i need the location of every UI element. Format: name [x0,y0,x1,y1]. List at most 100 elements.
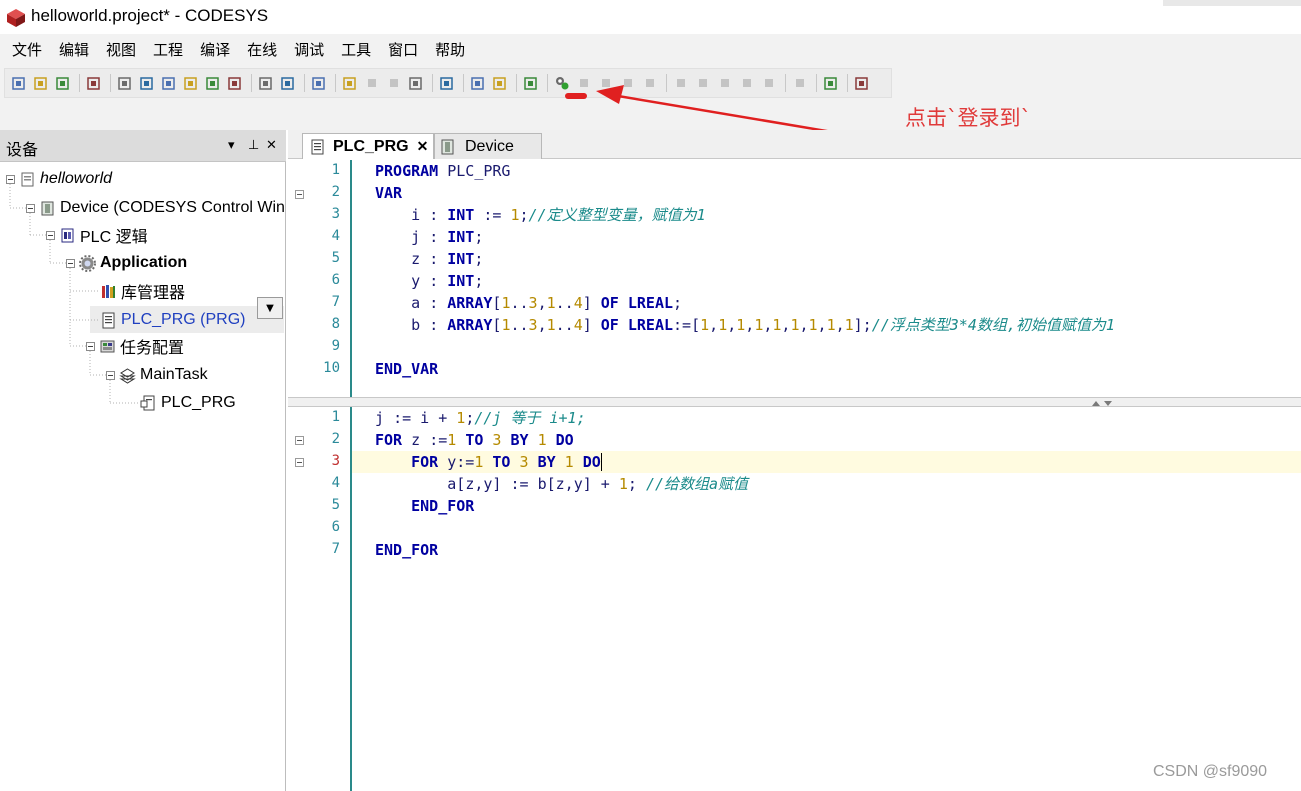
tab-close-icon[interactable]: ✕ [417,138,429,155]
implementation-editor[interactable]: 1 2 3 4 5 6 7 j := i + 1;//j 等于 i+1; FOR… [288,407,1301,791]
reset-icon[interactable] [640,73,659,93]
cart-icon[interactable] [852,73,871,93]
step-into-icon[interactable] [671,73,690,93]
tree-label: Application [100,254,188,271]
cycle-icon[interactable] [759,73,778,93]
line-number: 2 [331,431,340,447]
code-line: y : INT; [411,272,484,290]
menu-bar: 文件 编辑 视图 工程 编译 在线 调试 工具 窗口 帮助 [0,34,1301,64]
line-number: 4 [331,228,340,244]
tree-item-application[interactable]: Application [66,250,187,276]
step-icon[interactable] [362,73,381,93]
next-icon[interactable] [737,73,756,93]
add-object-icon[interactable] [468,73,487,93]
menu-online[interactable]: 在线 [247,39,277,60]
tab-device[interactable]: Device [434,133,542,159]
monitor-icon[interactable] [821,73,840,93]
pane-pin-icon[interactable]: ⊥ [248,138,259,153]
collapse-icon[interactable] [6,174,15,184]
collapse-icon[interactable] [66,258,75,268]
menu-edit[interactable]: 编辑 [59,39,89,60]
logout-icon[interactable] [574,73,593,93]
collapse-icon[interactable] [106,370,115,380]
replace-icon[interactable] [278,73,297,93]
step-over2-icon[interactable] [693,73,712,93]
collapse-icon[interactable] [86,341,95,351]
rename-icon[interactable] [309,73,328,93]
tree-combo-dropdown-button[interactable]: ▼ [257,297,283,319]
code-line: j := i + 1;//j 等于 i+1; [375,409,586,427]
clear-icon[interactable] [406,73,425,93]
line-gutter: 1 2 3 4 5 6 7 8 9 10 [288,160,350,397]
fold-collapse-icon[interactable] [295,458,304,467]
tree-item-main-task[interactable]: MainTask [106,362,208,388]
menu-window[interactable]: 窗口 [388,39,418,60]
flow-icon[interactable] [790,73,809,93]
menu-file[interactable]: 文件 [12,39,42,60]
line-number: 7 [331,541,340,557]
redo-icon[interactable] [137,73,156,93]
tree-item-plc-logic[interactable]: PLC 逻辑 [46,222,148,248]
find-icon[interactable] [256,73,275,93]
tree-item-device[interactable]: Device (CODESYS Control Win [26,195,285,221]
editor-splitter[interactable] [288,397,1301,407]
title-strip [1163,0,1301,6]
task-config-icon [100,340,115,352]
paste-icon[interactable] [203,73,222,93]
tree-item-library-manager[interactable]: 库管理器 [100,278,185,304]
step-out-icon[interactable] [715,73,734,93]
fold-collapse-icon[interactable] [295,436,304,445]
copy-icon[interactable] [181,73,200,93]
pane-dropdown-icon[interactable]: ▾ [228,138,235,153]
code-line: END_FOR [375,541,439,559]
print-icon[interactable] [84,73,103,93]
save-icon[interactable] [53,73,72,93]
tree-label: PLC_PRG [161,394,236,411]
menu-view[interactable]: 视图 [106,39,136,60]
step-over-icon[interactable] [384,73,403,93]
undo-icon[interactable] [115,73,134,93]
new-file-icon[interactable] [9,73,28,93]
toolbar-separator [304,74,305,92]
open-folder-icon[interactable] [31,73,50,93]
menu-build[interactable]: 编译 [200,39,230,60]
cut-icon[interactable] [159,73,178,93]
breakpoint-icon[interactable] [340,73,359,93]
toolbar-separator [785,74,786,92]
toolbar-separator [516,74,517,92]
tab-plc-prg[interactable]: PLC_PRG ✕ [302,133,434,159]
window-icon[interactable] [437,73,456,93]
collapse-icon[interactable] [26,203,35,213]
plc-logic-icon [61,228,74,242]
tree-item-task-config[interactable]: 任务配置 [86,333,184,359]
collapse-icon[interactable] [46,230,55,240]
menu-project[interactable]: 工程 [153,39,183,60]
gutter-divider [350,407,352,791]
fold-collapse-icon[interactable] [295,190,304,199]
menu-debug[interactable]: 调试 [294,39,324,60]
tree-item-plc-prg[interactable]: PLC_PRG (PRG) [100,307,245,333]
tree-item-plc-prg-call[interactable]: PLC_PRG [140,390,236,416]
run-icon[interactable] [596,73,615,93]
menu-help[interactable]: 帮助 [435,39,465,60]
program-icon [311,139,324,154]
code-line: a : ARRAY[1..3,1..4] OF LREAL; [411,294,683,312]
splitter-arrows-icon[interactable] [1090,399,1114,407]
toolbar-separator [547,74,548,92]
program-icon [102,312,115,328]
code-line: j : INT; [411,228,484,246]
build-icon[interactable] [521,73,540,93]
code-line: PROGRAM PLC_PRG [375,162,511,180]
declaration-editor[interactable]: 1 2 3 4 5 6 7 8 9 10 PROGRAM PLC_PRG VAR… [288,160,1301,397]
pane-close-icon[interactable]: ✕ [266,138,277,153]
code-line: VAR [375,184,403,202]
export-icon[interactable] [490,73,509,93]
stop-icon[interactable] [618,73,637,93]
program-call-icon [140,395,155,410]
tree-item-project[interactable]: helloworld [6,166,112,192]
login-icon[interactable] [552,73,571,93]
code-line: a[z,y] := b[z,y] + 1; //给数组a赋值 [447,475,749,493]
delete-icon[interactable] [225,73,244,93]
line-number: 6 [331,519,340,535]
menu-tools[interactable]: 工具 [341,39,371,60]
